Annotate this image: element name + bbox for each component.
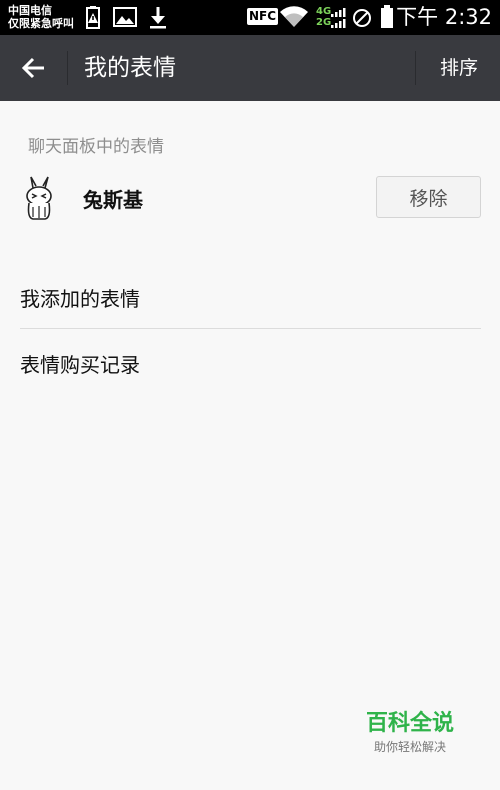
download-icon	[150, 7, 166, 29]
sticker-pack-row[interactable]: 兔斯基 移除	[0, 168, 500, 230]
battery-warning-icon	[86, 6, 100, 29]
battery-icon	[381, 5, 393, 28]
sticker-pack-name: 兔斯基	[83, 188, 143, 212]
clock: 下午 2:32	[396, 5, 492, 29]
sort-button[interactable]: 排序	[440, 55, 478, 81]
tuzki-sticker-icon	[26, 176, 52, 220]
menu-item-added-stickers[interactable]: 我添加的表情	[20, 283, 140, 312]
title-bar: 我的表情 排序	[0, 35, 500, 101]
carrier-name: 中国电信	[8, 4, 52, 17]
network-2g: 2G	[316, 17, 332, 28]
nfc-icon: NFC	[247, 8, 279, 25]
section-label-chat-panel: 聊天面板中的表情	[28, 137, 164, 157]
title-separator	[67, 51, 68, 85]
signal-icon	[331, 8, 346, 28]
watermark-subtitle: 助你轻松解决	[373, 740, 446, 754]
sort-separator	[415, 51, 416, 85]
watermark-title: 百科全说	[365, 711, 454, 736]
network-4g: 4G	[316, 6, 332, 17]
network-type: 4G 2G	[316, 6, 331, 28]
image-icon	[113, 7, 137, 27]
divider	[20, 328, 481, 329]
status-bar: 中国电信 仅限紧急呼叫 NFC 4G 2G 下午 2:32	[0, 0, 500, 35]
watermark-logo: 百科全说 助你轻松解决	[348, 710, 472, 768]
carrier-info: 中国电信 仅限紧急呼叫	[8, 4, 74, 30]
wifi-icon	[280, 6, 308, 28]
back-arrow-icon[interactable]	[14, 48, 54, 88]
menu-item-purchase-history[interactable]: 表情购买记录	[20, 349, 140, 378]
no-sim-icon	[353, 9, 371, 27]
remove-button[interactable]: 移除	[376, 176, 481, 218]
page-title: 我的表情	[84, 55, 176, 81]
carrier-status: 仅限紧急呼叫	[8, 17, 74, 30]
